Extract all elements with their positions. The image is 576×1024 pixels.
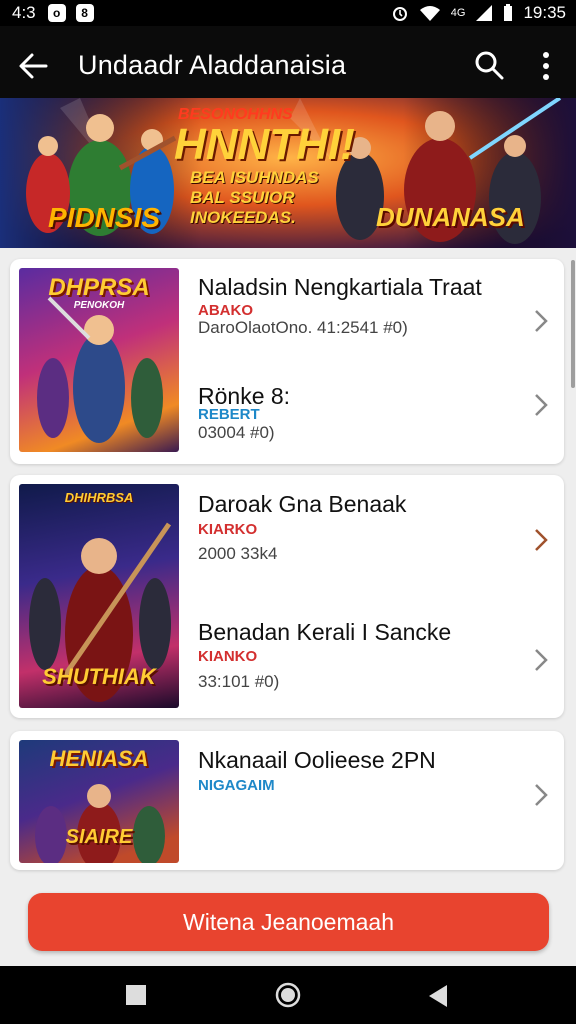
chevron-right-icon[interactable]: [534, 648, 548, 672]
game-card: DHPRSA PENOKOH Naladsin Nengkartiala Tra…: [10, 259, 564, 464]
game-card: HENIASA SIAIRE Nkanaail Oolieese 2PN NIG…: [10, 731, 564, 870]
item-title: Benadan Kerali I Sancke: [198, 619, 452, 645]
notification-badge-1: o: [47, 4, 66, 22]
page-title: Undaadr Aladdanaisia: [78, 50, 347, 80]
chevron-right-icon[interactable]: [534, 309, 548, 333]
chevron-right-icon[interactable]: [534, 393, 548, 417]
game-card: DHIHRBSA SHUTHIAK Daroak Gna Benaak KIAR…: [10, 475, 564, 718]
square-recents-icon[interactable]: [125, 984, 147, 1006]
battery-icon: [504, 4, 513, 21]
thumbnail-title: DHIHRBSA: [64, 490, 134, 505]
banner-line-5: INOKEEDAS.: [190, 208, 296, 227]
game-thumbnail[interactable]: DHPRSA PENOKOH: [19, 268, 179, 452]
item-meta: 03004 #0): [198, 423, 275, 442]
system-nav-bar: [0, 966, 576, 1024]
item-tag: KIARKO: [198, 521, 258, 538]
thumbnail-subtitle: SIAIRE: [65, 826, 133, 848]
scrollbar[interactable]: [571, 260, 575, 388]
search-icon[interactable]: [474, 50, 504, 80]
item-title: Daroak Gna Benaak: [198, 491, 407, 517]
banner-left-logo: PIDNSIS: [48, 202, 161, 233]
banner-headline: HNNTHI!: [174, 120, 355, 169]
status-time-right: 19:35: [523, 3, 566, 22]
arrow-left-icon[interactable]: [18, 52, 48, 80]
network-type-label: 4G: [450, 7, 466, 19]
item-tag: REBERT: [198, 406, 260, 423]
thumbnail-title: DHPRSA: [48, 274, 150, 301]
chevron-right-icon[interactable]: [534, 783, 548, 807]
item-title: Naladsin Nengkartiala Traat: [198, 274, 482, 300]
banner-line-3: BEA ISUHNDAS: [190, 168, 319, 187]
item-meta: 2000 33k4: [198, 544, 278, 563]
game-thumbnail[interactable]: HENIASA SIAIRE: [19, 740, 179, 863]
item-tag: NIGAGAIM: [198, 777, 275, 794]
item-meta: DaroOlaotOno. 41:2541 #0): [198, 318, 408, 337]
chevron-right-icon[interactable]: [534, 528, 548, 552]
status-bar: 4:3 o 8 4G 19:35: [0, 0, 576, 26]
promo-banner[interactable]: BESONOHHNS HNNTHI! BEA ISUHNDAS BAL SSUI…: [0, 98, 576, 248]
app-bar: Undaadr Aladdanaisia: [0, 26, 576, 106]
thumbnail-subtitle: PENOKOH: [73, 300, 125, 311]
more-vert-icon[interactable]: [536, 50, 556, 82]
primary-action-button[interactable]: Witena Jeanoemaah: [28, 893, 549, 951]
circle-home-icon[interactable]: [275, 982, 301, 1008]
thumbnail-title: HENIASA: [49, 746, 149, 771]
banner-right-logo: DUNANASA: [376, 202, 525, 232]
banner-line-4: BAL SSUIOR: [190, 188, 295, 207]
item-meta: 33:101 #0): [198, 672, 280, 691]
alarm-icon: [392, 7, 407, 21]
status-time-left: 4:3: [12, 3, 36, 22]
thumbnail-subtitle: SHUTHIAK: [42, 664, 156, 689]
notification-badge-2: 8: [75, 4, 94, 22]
item-tag: ABAKO: [198, 302, 253, 319]
triangle-back-icon[interactable]: [427, 984, 449, 1008]
game-thumbnail[interactable]: DHIHRBSA SHUTHIAK: [19, 484, 179, 708]
wifi-icon: [419, 6, 440, 21]
item-title: Nkanaail Oolieese 2PN: [198, 747, 436, 773]
signal-icon: [476, 5, 493, 21]
item-tag: KIANKO: [198, 648, 258, 665]
